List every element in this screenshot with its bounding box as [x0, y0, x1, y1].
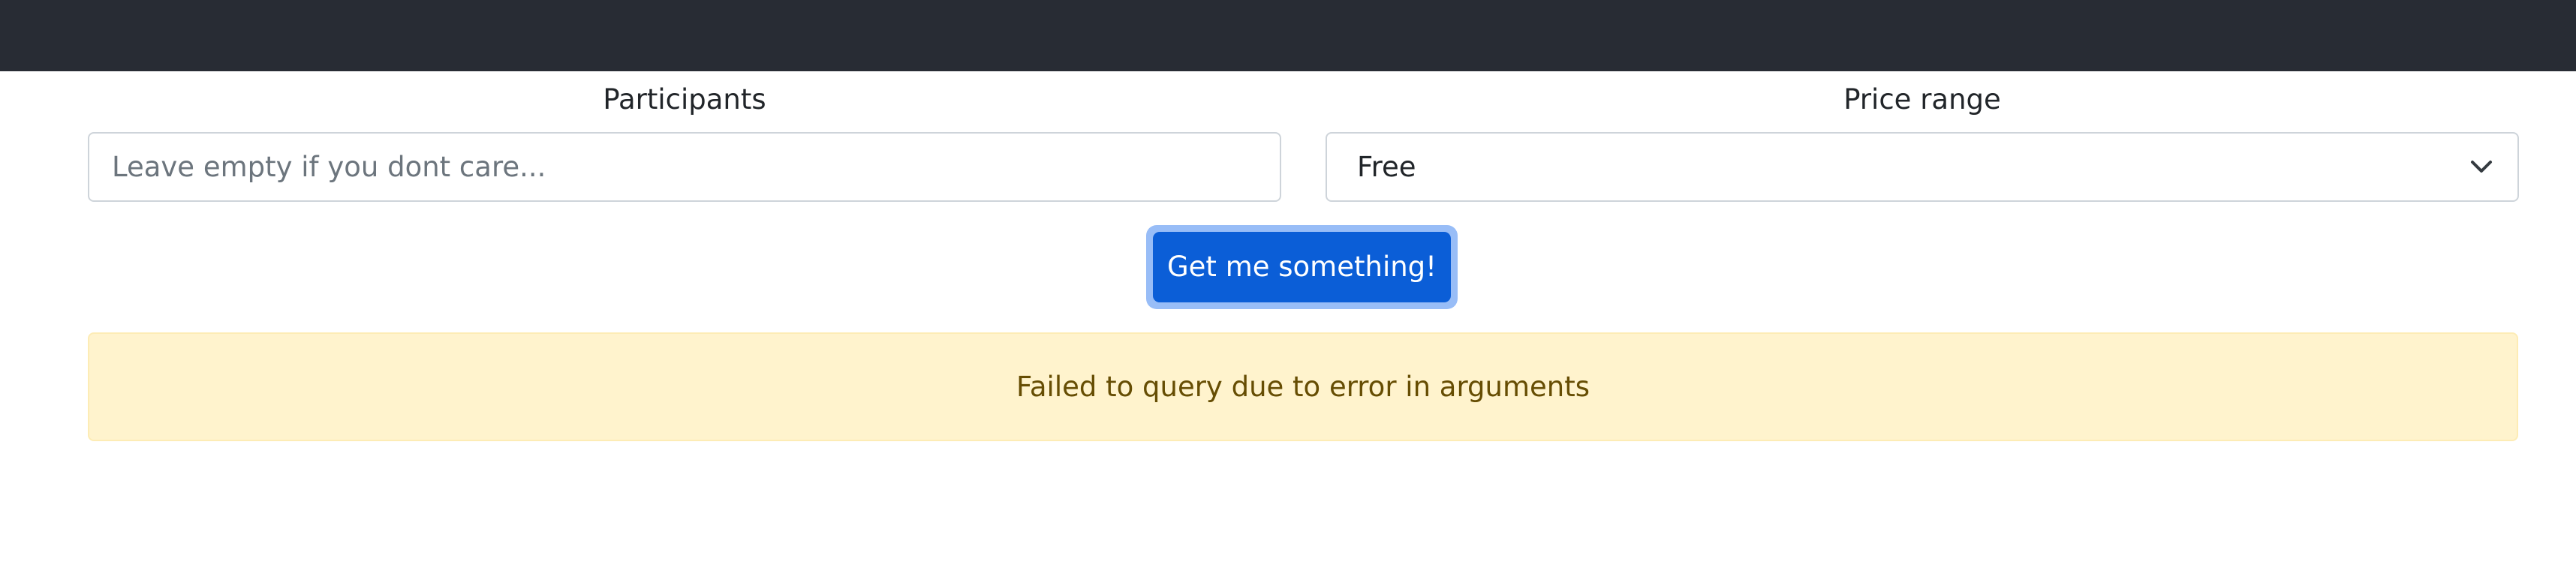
submit-button-focus-ring: Get me something! [1146, 225, 1458, 309]
chevron-down-icon [2471, 161, 2492, 173]
participants-label: Participants [603, 83, 766, 116]
warning-alert: Failed to query due to error in argument… [88, 332, 2518, 441]
top-navbar [0, 0, 2576, 71]
price-range-selected-value: Free [1357, 151, 1416, 183]
get-me-something-button[interactable]: Get me something! [1153, 232, 1451, 302]
query-form: Participants Price range Free [88, 71, 2519, 206]
price-range-select[interactable]: Free [1326, 132, 2519, 202]
price-range-label: Price range [1843, 83, 2001, 116]
alert-message: Failed to query due to error in argument… [1016, 371, 1590, 403]
participants-input[interactable] [88, 132, 1281, 202]
